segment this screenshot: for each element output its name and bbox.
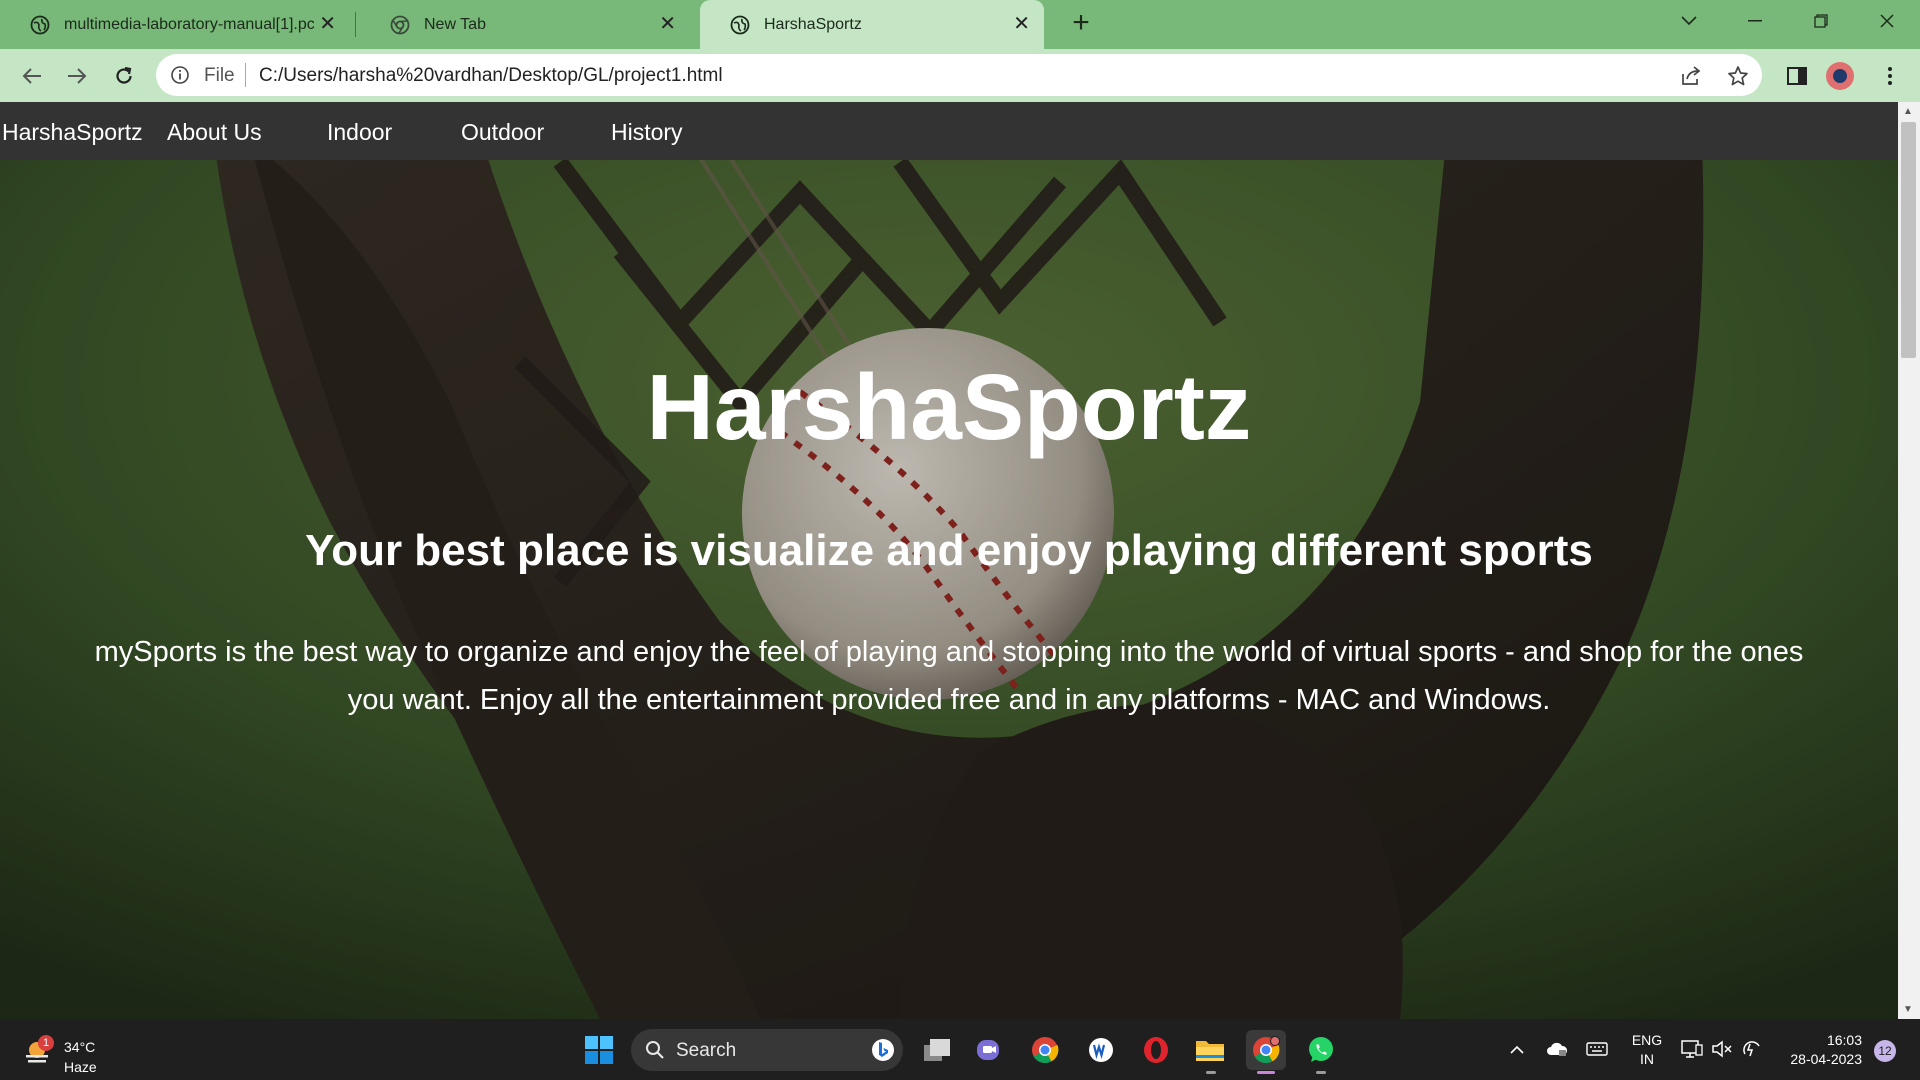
app-running-indicator: [1316, 1071, 1326, 1074]
language-indicator[interactable]: ENG IN: [1630, 1031, 1664, 1069]
start-button[interactable]: [579, 1030, 619, 1070]
weather-condition: Haze: [64, 1059, 97, 1075]
reload-icon: [116, 66, 132, 84]
close-window-button[interactable]: [1856, 0, 1918, 42]
scroll-up-arrow-icon[interactable]: ▲: [1903, 106, 1913, 117]
back-button[interactable]: [16, 60, 48, 92]
tab-title: HarshaSportz: [764, 15, 862, 33]
reload-button[interactable]: [108, 60, 140, 92]
chrome-icon: [390, 15, 410, 34]
onedrive-cloud-icon[interactable]: [1545, 1037, 1569, 1061]
search-icon: [646, 1041, 664, 1059]
globe-icon: [730, 15, 750, 34]
app-active-indicator: [1257, 1071, 1275, 1074]
hero-subtitle: Your best place is visualize and enjoy p…: [305, 526, 1593, 575]
globe-icon: [30, 15, 50, 34]
scroll-down-arrow-icon[interactable]: ▼: [1903, 1004, 1913, 1015]
close-icon[interactable]: ✕: [319, 14, 336, 34]
whatsapp-icon[interactable]: [1301, 1030, 1341, 1070]
browser-window: multimedia-laboratory-manual[1].pc ✕ New…: [0, 0, 1920, 1080]
language-code: ENG: [1631, 1032, 1663, 1048]
chrome-icon[interactable]: [1025, 1030, 1065, 1070]
browser-toolbar: File C:/Users/harsha%20vardhan/Desktop/G…: [0, 49, 1920, 102]
volume-muted-icon[interactable]: [1710, 1037, 1734, 1061]
weather-widget[interactable]: 1 34°C Haze: [22, 1027, 112, 1075]
omnibox-divider: [245, 63, 246, 87]
app-running-indicator: [1206, 1071, 1216, 1074]
web-page: HarshaSportz About Us Indoor Outdoor His…: [0, 102, 1898, 1019]
battery-icon[interactable]: [1740, 1037, 1764, 1061]
file-explorer-icon[interactable]: [1190, 1030, 1230, 1070]
restore-button[interactable]: [1790, 0, 1852, 42]
nav-link-about-us[interactable]: About Us: [167, 119, 262, 146]
nav-link-outdoor[interactable]: Outdoor: [461, 119, 544, 146]
task-view-icon[interactable]: [917, 1030, 957, 1070]
bing-icon[interactable]: [871, 1038, 895, 1062]
nav-link-indoor[interactable]: Indoor: [327, 119, 392, 146]
forward-button[interactable]: [61, 60, 93, 92]
url-scheme: File: [204, 65, 235, 86]
tab-manual[interactable]: multimedia-laboratory-manual[1].pc ✕: [0, 0, 350, 49]
site-navbar: HarshaSportz About Us Indoor Outdoor His…: [0, 102, 1898, 160]
weather-badge: 1: [38, 1035, 54, 1051]
teams-chat-icon[interactable]: [970, 1030, 1010, 1070]
show-hidden-icons-chevron-icon[interactable]: [1505, 1037, 1529, 1061]
word-icon[interactable]: [1081, 1030, 1121, 1070]
url-text[interactable]: C:/Users/harsha%20vardhan/Desktop/GL/pro…: [259, 65, 723, 87]
tab-search-chevron-icon[interactable]: [1658, 0, 1720, 42]
scroll-thumb[interactable]: [1901, 122, 1916, 358]
tab-title: multimedia-laboratory-manual[1].pc: [64, 15, 314, 33]
notification-count-badge[interactable]: 12: [1874, 1040, 1896, 1062]
profile-avatar[interactable]: [1826, 62, 1854, 90]
arrow-left-icon: [22, 68, 41, 84]
network-icon[interactable]: [1680, 1037, 1704, 1061]
new-tab-button[interactable]: +: [1065, 8, 1097, 40]
minimize-button[interactable]: [1724, 0, 1786, 42]
clock-time: 16:03: [1826, 1032, 1862, 1048]
hero-description: mySports is the best way to organize and…: [94, 636, 1804, 716]
weather-temperature: 34°C: [64, 1039, 96, 1055]
tab-strip: multimedia-laboratory-manual[1].pc ✕ New…: [0, 0, 1920, 49]
tab-divider: [355, 12, 356, 37]
share-icon[interactable]: [1680, 64, 1704, 88]
chrome-active-icon[interactable]: [1246, 1030, 1286, 1070]
hero-title: HarshaSportz: [646, 355, 1252, 459]
region-code: IN: [1640, 1051, 1654, 1067]
taskbar-clock[interactable]: 16:03 28-04-2023: [1780, 1031, 1862, 1069]
side-panel-icon[interactable]: [1781, 60, 1813, 92]
tab-new-tab[interactable]: New Tab ✕: [360, 0, 690, 49]
close-icon[interactable]: ✕: [659, 14, 676, 34]
bookmark-star-icon[interactable]: [1726, 64, 1750, 88]
menu-kebab-icon[interactable]: [1874, 60, 1906, 92]
info-icon[interactable]: [170, 65, 190, 85]
arrow-right-icon: [68, 68, 87, 84]
clock-date: 28-04-2023: [1790, 1051, 1862, 1067]
search-label: Search: [676, 1040, 737, 1061]
opera-icon[interactable]: [1136, 1030, 1176, 1070]
nav-link-history[interactable]: History: [611, 119, 683, 146]
close-icon[interactable]: ✕: [1013, 14, 1030, 34]
page-scrollbar[interactable]: ▲ ▼: [1898, 102, 1920, 1019]
avatar-image: [1833, 69, 1847, 83]
address-bar[interactable]: File C:/Users/harsha%20vardhan/Desktop/G…: [156, 54, 1762, 96]
keyboard-icon[interactable]: [1585, 1037, 1609, 1061]
windows-logo-icon: [585, 1036, 613, 1064]
taskbar: 1 34°C Haze Search ENG IN 16:03 28-04-20…: [0, 1019, 1920, 1080]
taskbar-search-box[interactable]: Search: [631, 1029, 903, 1071]
tab-title: New Tab: [424, 15, 486, 33]
nav-brand-link[interactable]: HarshaSportz: [2, 119, 143, 146]
tab-harshasportz[interactable]: HarshaSportz ✕: [700, 0, 1044, 49]
